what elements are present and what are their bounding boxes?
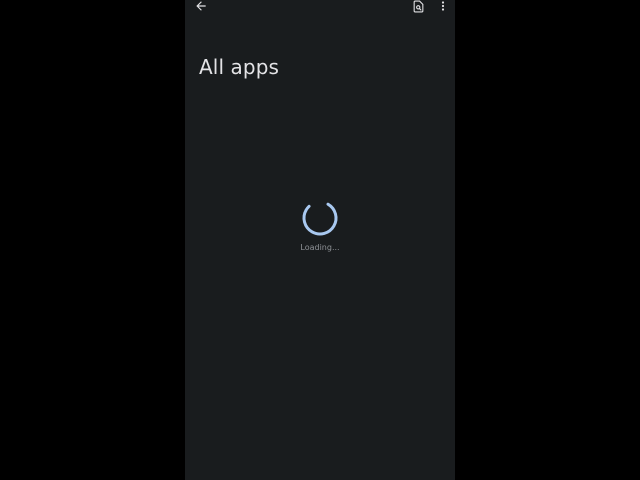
- search-document-icon: [413, 0, 423, 12]
- app-window: All apps Loading...: [185, 0, 455, 480]
- screen: All apps Loading...: [0, 0, 640, 480]
- page-title: All apps: [199, 55, 280, 79]
- search-apps-button[interactable]: [409, 0, 427, 15]
- arrow-back-icon: [196, 1, 206, 11]
- loading-spinner-icon: [302, 200, 338, 236]
- top-app-bar: [185, 0, 455, 14]
- more-vert-icon: [441, 1, 445, 11]
- back-button[interactable]: [192, 0, 210, 15]
- more-options-button[interactable]: [434, 0, 452, 15]
- loading-text: Loading...: [300, 243, 340, 252]
